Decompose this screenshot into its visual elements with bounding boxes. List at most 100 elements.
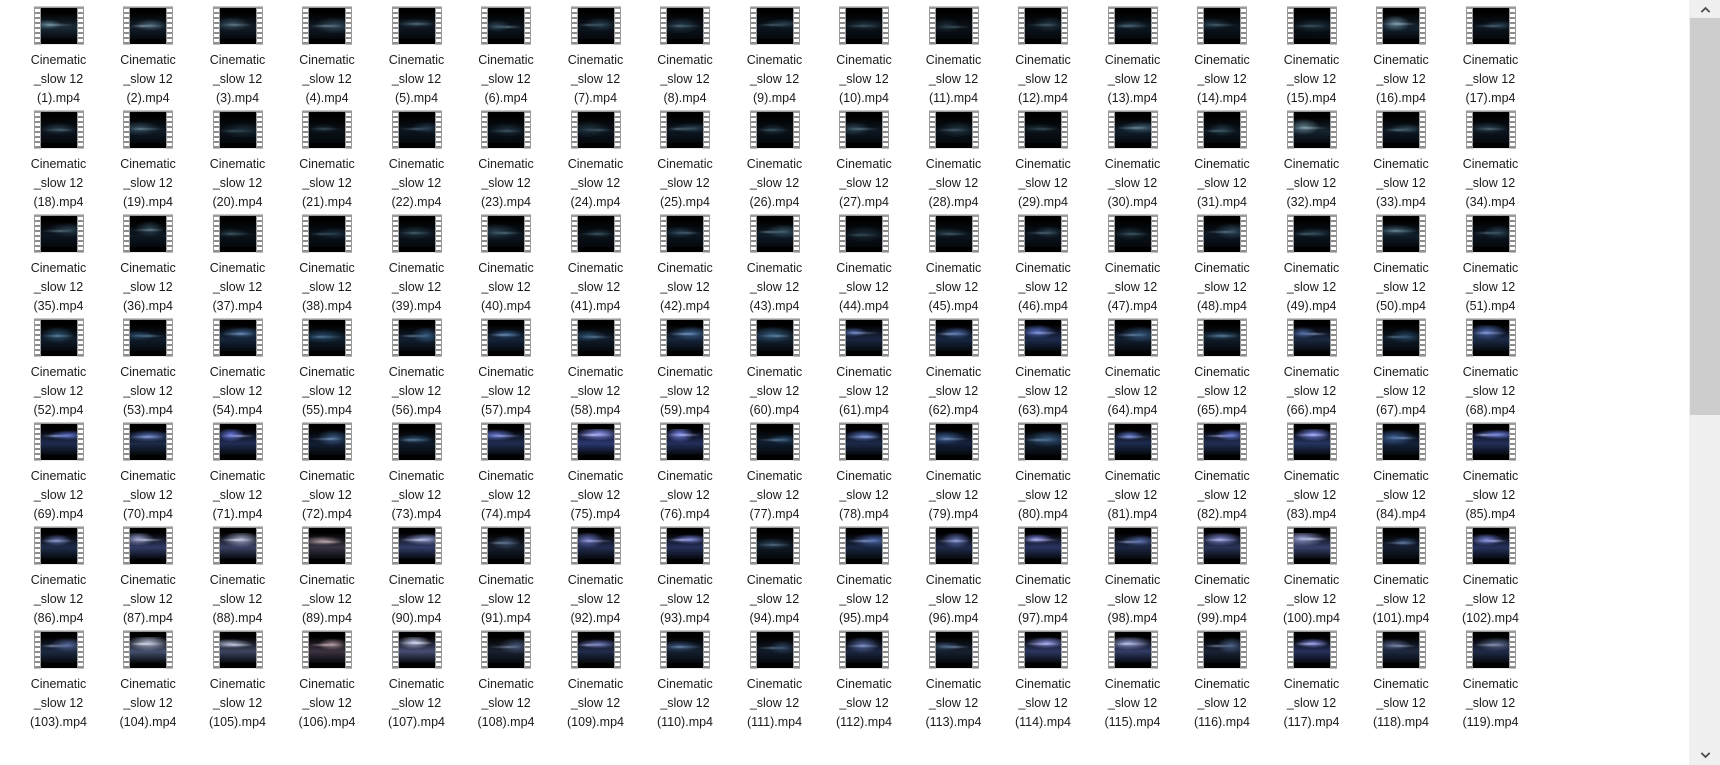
video-thumbnail[interactable] [14,630,103,674]
video-thumbnail[interactable] [372,318,461,362]
video-thumbnail[interactable] [1267,630,1356,674]
video-thumbnail[interactable] [1088,630,1177,674]
file-name-label[interactable]: Cinematic _slow 12 (53).mp4 [104,363,193,420]
file-name-label[interactable]: Cinematic _slow 12 (42).mp4 [641,259,730,316]
file-name-label[interactable]: Cinematic _slow 12 (72).mp4 [283,467,372,524]
file-name-label[interactable]: Cinematic _slow 12 (20).mp4 [193,155,282,212]
file-item[interactable]: Cinematic _slow 12 (90).mp4 [372,526,461,628]
file-name-label[interactable]: Cinematic _slow 12 (29).mp4 [999,155,1088,212]
file-name-label[interactable]: Cinematic _slow 12 (4).mp4 [283,51,372,108]
file-item[interactable]: Cinematic _slow 12 (66).mp4 [1267,318,1356,420]
video-thumbnail[interactable] [14,422,103,466]
file-item[interactable]: Cinematic _slow 12 (9).mp4 [730,6,819,108]
file-name-label[interactable]: Cinematic _slow 12 (109).mp4 [551,675,640,732]
file-item[interactable]: Cinematic _slow 12 (19).mp4 [104,110,193,212]
video-thumbnail[interactable] [462,214,551,258]
file-item[interactable]: Cinematic _slow 12 (111).mp4 [730,630,819,732]
file-name-label[interactable]: Cinematic _slow 12 (30).mp4 [1088,155,1177,212]
file-name-label[interactable]: Cinematic _slow 12 (101).mp4 [1357,571,1446,628]
file-item[interactable]: Cinematic _slow 12 (117).mp4 [1267,630,1356,732]
file-item[interactable]: Cinematic _slow 12 (29).mp4 [999,110,1088,212]
video-thumbnail[interactable] [283,110,372,154]
file-name-label[interactable]: Cinematic _slow 12 (43).mp4 [730,259,819,316]
video-thumbnail[interactable] [999,318,1088,362]
file-name-label[interactable]: Cinematic _slow 12 (63).mp4 [999,363,1088,420]
scroll-down-button[interactable] [1690,745,1720,765]
video-thumbnail[interactable] [462,630,551,674]
file-item[interactable]: Cinematic _slow 12 (22).mp4 [372,110,461,212]
file-name-label[interactable]: Cinematic _slow 12 (32).mp4 [1267,155,1356,212]
file-item[interactable]: Cinematic _slow 12 (67).mp4 [1357,318,1446,420]
video-thumbnail[interactable] [193,110,282,154]
file-item[interactable]: Cinematic _slow 12 (33).mp4 [1357,110,1446,212]
file-item[interactable]: Cinematic _slow 12 (68).mp4 [1446,318,1535,420]
file-item[interactable]: Cinematic _slow 12 (78).mp4 [820,422,909,524]
file-item[interactable]: Cinematic _slow 12 (118).mp4 [1357,630,1446,732]
file-name-label[interactable]: Cinematic _slow 12 (71).mp4 [193,467,282,524]
file-name-label[interactable]: Cinematic _slow 12 (50).mp4 [1357,259,1446,316]
file-item[interactable]: Cinematic _slow 12 (26).mp4 [730,110,819,212]
video-thumbnail[interactable] [1088,6,1177,50]
file-name-label[interactable]: Cinematic _slow 12 (107).mp4 [372,675,461,732]
video-thumbnail[interactable] [1088,214,1177,258]
file-item[interactable]: Cinematic _slow 12 (28).mp4 [909,110,998,212]
file-item[interactable]: Cinematic _slow 12 (119).mp4 [1446,630,1535,732]
video-thumbnail[interactable] [1178,630,1267,674]
video-thumbnail[interactable] [14,526,103,570]
video-thumbnail[interactable] [372,6,461,50]
file-item[interactable]: Cinematic _slow 12 (116).mp4 [1178,630,1267,732]
video-thumbnail[interactable] [283,318,372,362]
video-thumbnail[interactable] [104,526,193,570]
video-thumbnail[interactable] [14,6,103,50]
file-item[interactable]: Cinematic _slow 12 (89).mp4 [283,526,372,628]
video-thumbnail[interactable] [1267,422,1356,466]
video-thumbnail[interactable] [1446,318,1535,362]
file-item[interactable]: Cinematic _slow 12 (79).mp4 [909,422,998,524]
file-name-label[interactable]: Cinematic _slow 12 (70).mp4 [104,467,193,524]
video-thumbnail[interactable] [1446,214,1535,258]
file-item[interactable]: Cinematic _slow 12 (1).mp4 [14,6,103,108]
file-name-label[interactable]: Cinematic _slow 12 (27).mp4 [820,155,909,212]
file-name-label[interactable]: Cinematic _slow 12 (49).mp4 [1267,259,1356,316]
file-name-label[interactable]: Cinematic _slow 12 (56).mp4 [372,363,461,420]
video-thumbnail[interactable] [372,630,461,674]
file-name-label[interactable]: Cinematic _slow 12 (52).mp4 [14,363,103,420]
video-thumbnail[interactable] [730,630,819,674]
file-name-label[interactable]: Cinematic _slow 12 (33).mp4 [1357,155,1446,212]
file-name-label[interactable]: Cinematic _slow 12 (26).mp4 [730,155,819,212]
video-thumbnail[interactable] [730,422,819,466]
video-thumbnail[interactable] [641,630,730,674]
video-thumbnail[interactable] [551,318,640,362]
file-name-label[interactable]: Cinematic _slow 12 (35).mp4 [14,259,103,316]
video-thumbnail[interactable] [104,422,193,466]
video-thumbnail[interactable] [193,6,282,50]
file-item[interactable]: Cinematic _slow 12 (103).mp4 [14,630,103,732]
file-item[interactable]: Cinematic _slow 12 (15).mp4 [1267,6,1356,108]
file-name-label[interactable]: Cinematic _slow 12 (94).mp4 [730,571,819,628]
file-name-label[interactable]: Cinematic _slow 12 (77).mp4 [730,467,819,524]
file-name-label[interactable]: Cinematic _slow 12 (18).mp4 [14,155,103,212]
file-name-label[interactable]: Cinematic _slow 12 (81).mp4 [1088,467,1177,524]
file-name-label[interactable]: Cinematic _slow 12 (93).mp4 [641,571,730,628]
video-thumbnail[interactable] [820,6,909,50]
file-name-label[interactable]: Cinematic _slow 12 (6).mp4 [462,51,551,108]
file-name-label[interactable]: Cinematic _slow 12 (80).mp4 [999,467,1088,524]
file-item[interactable]: Cinematic _slow 12 (69).mp4 [14,422,103,524]
video-thumbnail[interactable] [372,214,461,258]
file-item[interactable]: Cinematic _slow 12 (14).mp4 [1178,6,1267,108]
file-item[interactable]: Cinematic _slow 12 (55).mp4 [283,318,372,420]
file-name-label[interactable]: Cinematic _slow 12 (95).mp4 [820,571,909,628]
file-item[interactable]: Cinematic _slow 12 (7).mp4 [551,6,640,108]
video-thumbnail[interactable] [1446,422,1535,466]
file-item[interactable]: Cinematic _slow 12 (114).mp4 [999,630,1088,732]
video-thumbnail[interactable] [372,422,461,466]
file-name-label[interactable]: Cinematic _slow 12 (19).mp4 [104,155,193,212]
scroll-up-button[interactable] [1690,0,1720,18]
file-name-label[interactable]: Cinematic _slow 12 (90).mp4 [372,571,461,628]
file-name-label[interactable]: Cinematic _slow 12 (115).mp4 [1088,675,1177,732]
file-name-label[interactable]: Cinematic _slow 12 (118).mp4 [1357,675,1446,732]
file-name-label[interactable]: Cinematic _slow 12 (104).mp4 [104,675,193,732]
file-item[interactable]: Cinematic _slow 12 (61).mp4 [820,318,909,420]
file-item[interactable]: Cinematic _slow 12 (113).mp4 [909,630,998,732]
video-thumbnail[interactable] [193,526,282,570]
